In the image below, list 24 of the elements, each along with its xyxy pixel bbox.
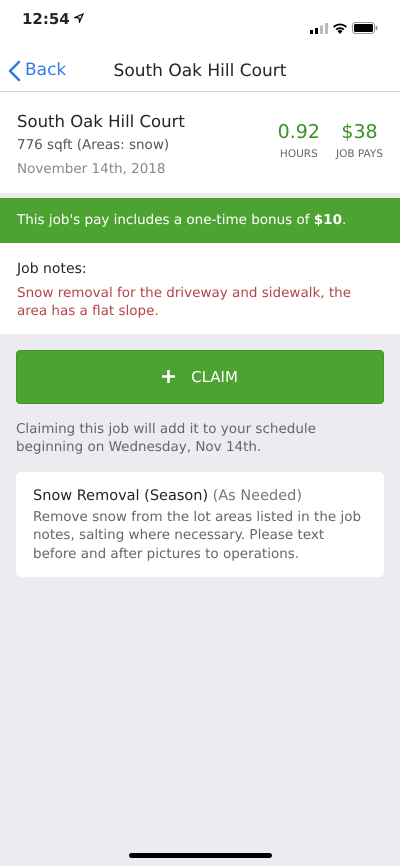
stat-label: JOB PAYS [336,146,383,162]
signal-icon [310,22,328,34]
stat-value: 0.92 [278,120,320,145]
battery-icon [352,22,378,34]
claim-button[interactable]: CLAIM [16,350,384,404]
back-button[interactable]: Back [0,58,66,84]
wifi-icon [332,22,348,34]
job-size: 776 sqft (Areas: snow) [17,136,170,155]
notes-text: Snow removal for the driveway and sidewalk, the area has a flat slope. [17,284,352,320]
job-date: November 14th, 2018 [17,160,166,179]
status-time: 12:54 [22,9,70,30]
location-arrow-icon [74,13,84,23]
plus-icon [162,370,176,384]
stat-value: $38 [340,120,379,145]
stat-label: HOURS [278,146,319,162]
bonus-banner: This job's pay includes a one-time bonus of $10. [0,198,400,242]
chevron-left-icon [8,60,21,82]
service-name: Snow Removal (Season) [33,488,208,504]
service-frequency: (As Needed) [212,488,302,504]
screen-title: South Oak Hill Court [114,60,286,83]
notes-label: Job notes: [17,260,88,278]
job-name: South Oak Hill Court [17,111,185,133]
claim-info-text: Claiming this job will add it to your schedule beginning on Wednesday, Nov 14th. [16,420,317,456]
service-description: Remove snow from the lot areas listed in the job notes, salting where necessary. Please text before and after pictures to operations. [33,508,362,563]
